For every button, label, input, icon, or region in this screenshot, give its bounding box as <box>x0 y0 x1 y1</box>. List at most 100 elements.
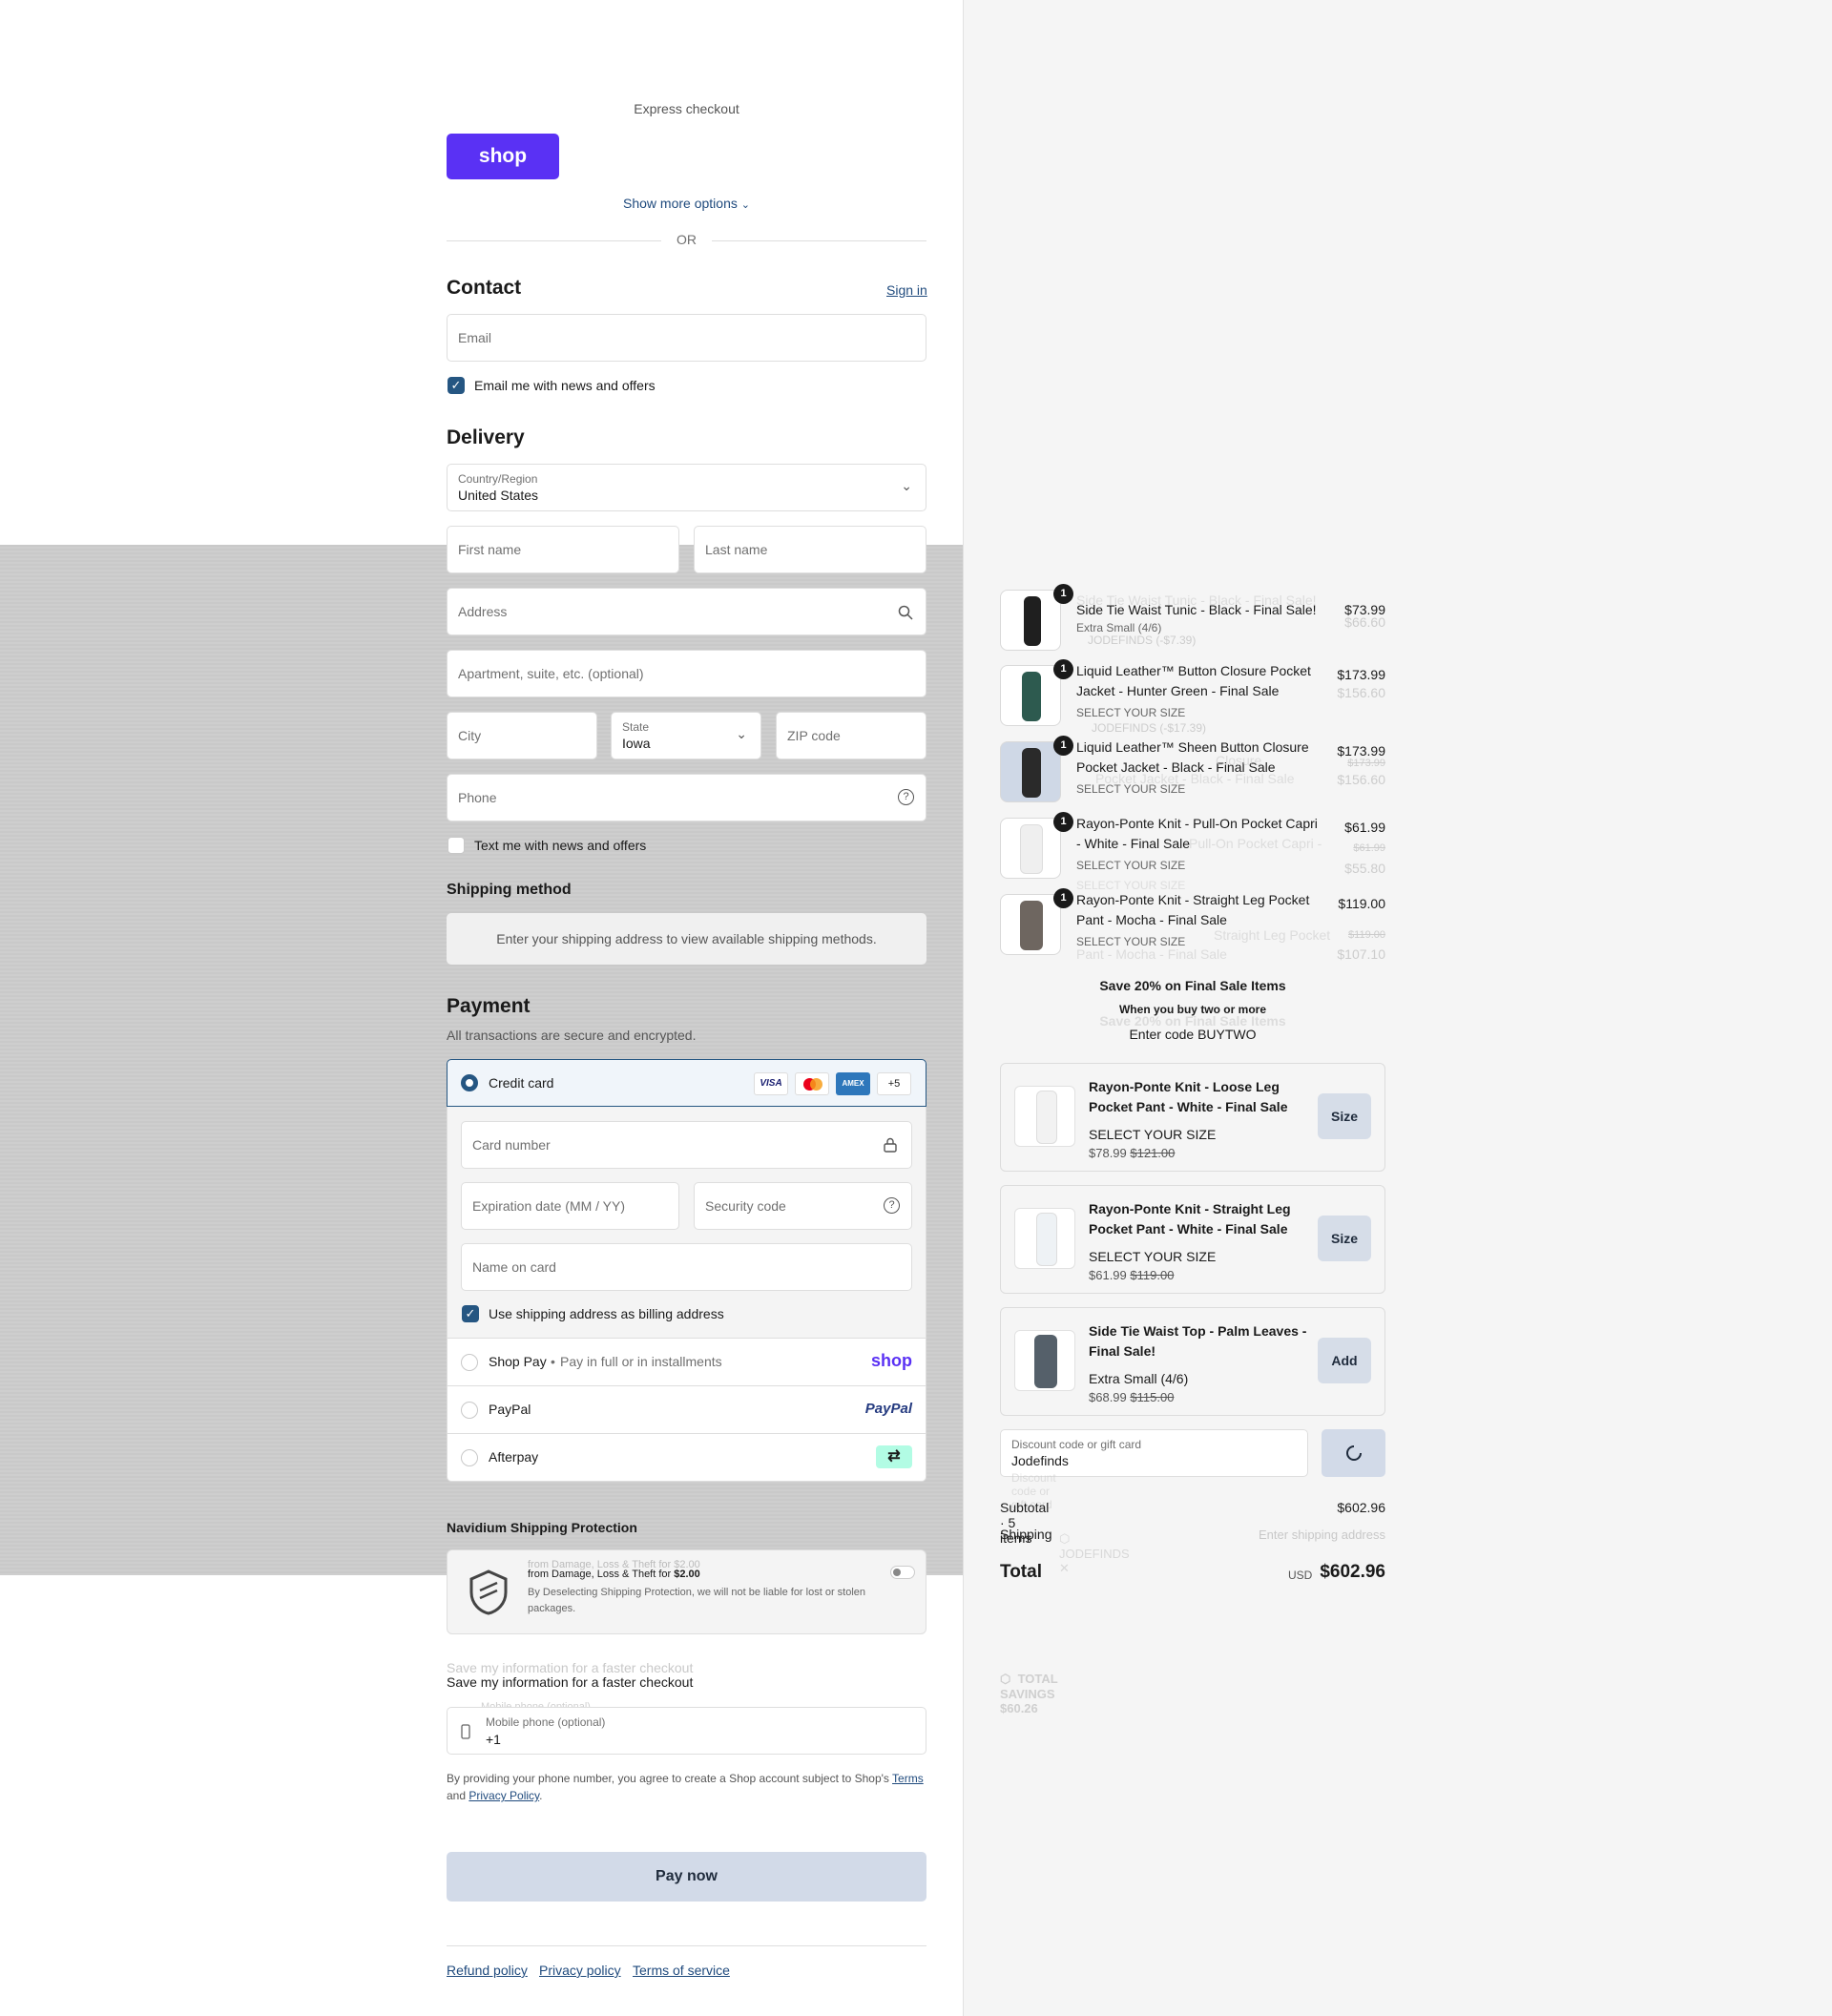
terms-of-service-link[interactable]: Terms of service <box>633 1963 730 1978</box>
credit-card-radio[interactable] <box>461 1074 478 1091</box>
item-variant: Extra Small (4/6) <box>1076 621 1162 634</box>
phone-icon <box>461 1724 470 1739</box>
upsell-add-button[interactable]: Add <box>1318 1338 1371 1383</box>
city-field[interactable]: City <box>447 712 597 759</box>
shop-pay-button[interactable]: shop <box>447 134 559 179</box>
address-field[interactable]: Address <box>447 588 926 635</box>
country-label: Country/Region <box>458 472 538 486</box>
upsell-price: $68.99 $115.00 <box>1089 1390 1174 1404</box>
apartment-field[interactable]: Apartment, suite, etc. (optional) <box>447 650 926 697</box>
afterpay-logo-icon: ⇄ <box>876 1445 912 1468</box>
save-info-title: Save my information for a faster checkou… <box>447 1674 694 1690</box>
pay-now-button[interactable]: Pay now <box>447 1852 926 1902</box>
total-value: $602.96 <box>1320 1562 1385 1582</box>
zip-field[interactable]: ZIP code <box>776 712 926 759</box>
ghost-price: $156.60 <box>1337 772 1385 787</box>
upsell-price: $78.99 $121.00 <box>1089 1146 1175 1160</box>
quantity-badge: 1 <box>1053 888 1073 908</box>
state-select[interactable]: State Iowa ⌄ <box>611 712 761 759</box>
upsell-price: $61.99 $119.00 <box>1089 1268 1174 1282</box>
paypal-radio[interactable] <box>461 1402 478 1419</box>
privacy-policy-link[interactable]: Privacy Policy <box>468 1789 539 1802</box>
item-price: $61.99 <box>1344 820 1385 835</box>
privacy-policy-footer-link[interactable]: Privacy policy <box>539 1963 621 1978</box>
sign-in-link[interactable]: Sign in <box>886 282 927 298</box>
shop-pay-radio[interactable] <box>461 1354 478 1371</box>
subtotal-value: $602.96 <box>1337 1500 1385 1515</box>
terms-notice: By providing your phone number, you agre… <box>447 1770 926 1804</box>
expiration-placeholder: Expiration date (MM / YY) <box>472 1198 626 1214</box>
mobile-phone-field[interactable]: Mobile phone (optional) +1 <box>447 1707 926 1755</box>
afterpay-label: Afterpay <box>489 1449 539 1465</box>
discount-code-field[interactable]: Discount code or gift card Jodefinds <box>1000 1429 1308 1477</box>
country-value: United States <box>458 488 539 503</box>
paypal-label: PayPal <box>489 1402 531 1417</box>
applied-code-ghost: ⬡ JODEFINDS ✕ <box>1059 1531 1130 1575</box>
discount-value: Jodefinds <box>1011 1453 1069 1468</box>
paypal-logo: PayPal <box>864 1401 912 1417</box>
ghost-price: $156.60 <box>1337 685 1385 700</box>
upsell-size-button[interactable]: Size <box>1318 1093 1371 1139</box>
terms-text: By providing your phone number, you agre… <box>447 1772 893 1785</box>
last-name-field[interactable]: Last name <box>694 526 926 573</box>
shop-pay-sublabel: Pay in full or in installments <box>560 1354 722 1369</box>
shop-pay-option[interactable]: Shop Pay • Pay in full or in installment… <box>447 1339 926 1386</box>
protection-line1: from Damage, Loss & Theft for $2.00 <box>528 1569 700 1580</box>
apply-discount-button[interactable] <box>1322 1429 1385 1477</box>
card-number-field[interactable]: Card number <box>461 1121 912 1169</box>
security-code-field[interactable]: Security code ? <box>694 1182 912 1230</box>
express-checkout-title: Express checkout <box>634 101 739 116</box>
item-price: $173.99 <box>1337 667 1385 682</box>
refund-policy-link[interactable]: Refund policy <box>447 1963 528 1978</box>
phone-field[interactable]: Phone ? <box>447 774 926 821</box>
credit-card-option[interactable]: Credit card VISA AMEX +5 <box>447 1059 926 1107</box>
ghost-strike: $119.00 <box>1348 929 1385 941</box>
terms-link[interactable]: Terms <box>892 1772 924 1785</box>
text-news-checkbox[interactable] <box>448 837 465 854</box>
savings-value: $60.26 <box>1000 1701 1038 1715</box>
divider <box>447 240 661 241</box>
ghost-name: Pocket Jacket - Black - Final Sale <box>1095 771 1295 786</box>
product-thumbnail <box>1000 665 1061 726</box>
ghost-strike: $173.99 <box>1347 758 1385 769</box>
protection-line1-text: from Damage, Loss & Theft for <box>528 1569 675 1580</box>
email-field[interactable]: Email <box>447 314 926 362</box>
payment-heading: Payment <box>447 995 531 1017</box>
shop-pay-label: Shop Pay <box>489 1354 547 1369</box>
ghost-name: Closure <box>1216 753 1262 768</box>
tag-icon: ⬡ <box>1000 1672 1011 1686</box>
or-separator: OR <box>677 232 697 247</box>
ghost-discount: JODEFINDS (-$17.39) <box>1092 721 1207 735</box>
upsell-variant: Extra Small (4/6) <box>1089 1371 1189 1386</box>
expiration-field[interactable]: Expiration date (MM / YY) <box>461 1182 679 1230</box>
save-info-ghost: Save my information for a faster checkou… <box>447 1660 694 1675</box>
shipping-label: Shipping <box>1000 1527 1052 1542</box>
help-icon[interactable]: ? <box>898 789 914 805</box>
show-more-options[interactable]: Show more options ⌄ <box>447 196 926 211</box>
help-icon[interactable]: ? <box>884 1197 900 1214</box>
billing-same-checkbox[interactable]: ✓ <box>462 1305 479 1322</box>
protection-toggle[interactable] <box>890 1566 915 1579</box>
country-select[interactable]: Country/Region United States ⌄ <box>447 464 926 511</box>
search-icon <box>898 605 913 620</box>
product-thumbnail <box>1000 590 1061 651</box>
shipping-method-heading: Shipping method <box>447 882 572 898</box>
card-number-placeholder: Card number <box>472 1137 551 1153</box>
state-label: State <box>622 720 650 734</box>
upsell-old-price: $121.00 <box>1130 1146 1176 1160</box>
shop-pay-logo: shop <box>871 1351 912 1370</box>
total-savings: ⬡ TOTAL SAVINGS $60.26 <box>1000 1672 1058 1715</box>
name-on-card-field[interactable]: Name on card <box>461 1243 912 1291</box>
payment-subtitle: All transactions are secure and encrypte… <box>447 1028 697 1043</box>
text-news-label: Text me with news and offers <box>474 838 647 853</box>
last-name-placeholder: Last name <box>705 542 768 557</box>
afterpay-option[interactable]: Afterpay ⇄ <box>447 1434 926 1482</box>
afterpay-radio[interactable] <box>461 1449 478 1466</box>
quantity-badge: 1 <box>1053 659 1073 679</box>
shipping-protection-heading: Navidium Shipping Protection <box>447 1520 637 1535</box>
email-news-checkbox[interactable]: ✓ <box>448 377 465 394</box>
mobile-phone-label: Mobile phone (optional) <box>486 1715 606 1729</box>
upsell-size-button[interactable]: Size <box>1318 1216 1371 1261</box>
paypal-option[interactable]: PayPal PayPal <box>447 1386 926 1434</box>
first-name-field[interactable]: First name <box>447 526 679 573</box>
